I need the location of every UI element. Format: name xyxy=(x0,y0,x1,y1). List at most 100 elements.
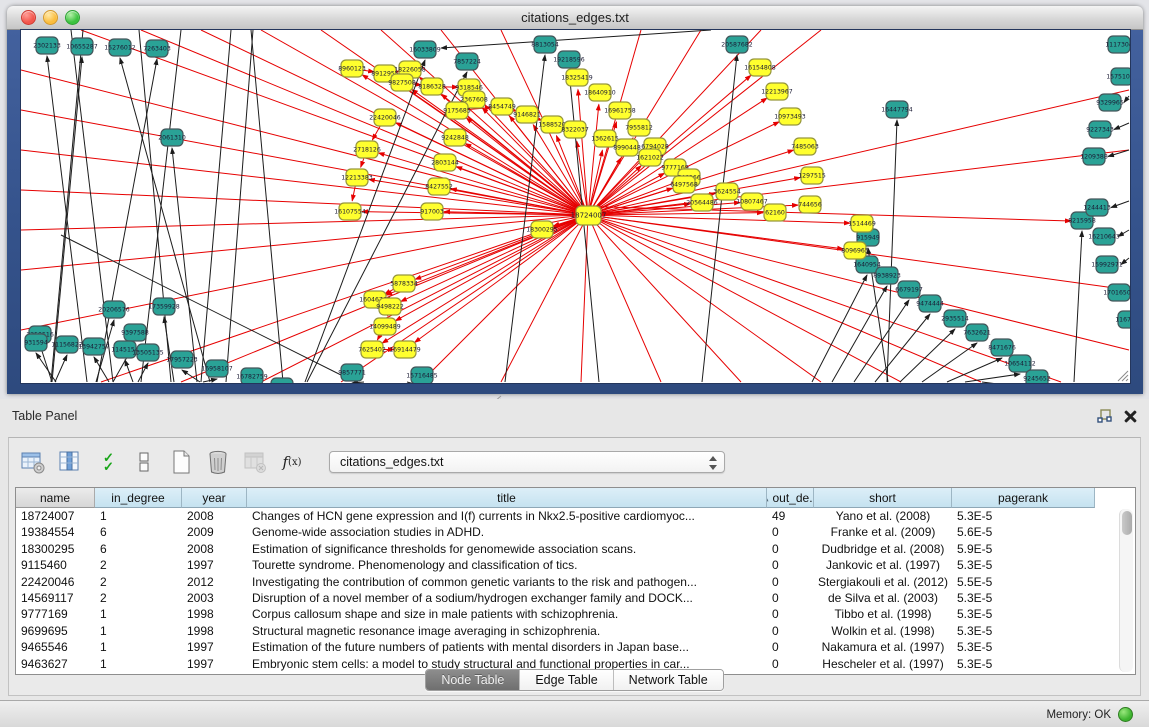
table-cell[interactable]: 0 xyxy=(767,639,814,655)
table-cell[interactable]: 0 xyxy=(767,623,814,639)
select-all-icon[interactable]: ✓✓ xyxy=(93,448,121,476)
network-node[interactable]: 9175685 xyxy=(443,102,471,119)
network-node[interactable]: 15276012 xyxy=(104,39,136,56)
network-node[interactable]: 8960123 xyxy=(338,60,366,77)
window-titlebar[interactable]: citations_edges.txt xyxy=(7,6,1143,30)
network-node[interactable]: 7263403 xyxy=(143,40,171,57)
network-node[interactable]: 10807467 xyxy=(736,193,768,210)
network-node[interactable]: 15751074 xyxy=(1106,68,1130,85)
network-node[interactable]: 9329965 xyxy=(1096,94,1124,111)
network-node[interactable]: 1167533 xyxy=(1115,311,1130,328)
tab-node-table[interactable]: Node Table xyxy=(426,670,520,690)
network-node[interactable]: 1621022 xyxy=(636,149,664,166)
table-cell[interactable]: 1998 xyxy=(182,606,247,622)
network-node[interactable]: 20587682 xyxy=(721,36,753,53)
table-cell[interactable]: Franke et al. (2009) xyxy=(814,524,952,540)
network-node[interactable]: 8186328 xyxy=(418,78,446,95)
function-builder-icon[interactable]: f(x) xyxy=(278,448,306,476)
network-node[interactable]: 8938923 xyxy=(873,267,901,284)
network-node[interactable]: 18300295 xyxy=(526,221,558,238)
network-node[interactable]: 744656 xyxy=(798,196,822,213)
table-cell[interactable]: 18724007 xyxy=(16,508,95,524)
table-selector-dropdown[interactable]: citations_edges.txt xyxy=(329,451,725,473)
network-node[interactable]: 1297515 xyxy=(798,167,826,184)
network-node[interactable]: 2935514 xyxy=(941,310,969,327)
tab-edge-table[interactable]: Edge Table xyxy=(520,670,613,690)
table-cell[interactable]: Estimation of the future numbers of pati… xyxy=(247,639,767,655)
column-header-name[interactable]: name xyxy=(16,488,95,508)
table-cell[interactable]: de Silva et al. (2003) xyxy=(814,590,952,606)
network-node[interactable]: 18325419 xyxy=(561,69,593,86)
table-row[interactable]: 1938455462009Genome-wide association stu… xyxy=(16,524,1135,540)
table-cell[interactable]: 5.3E-5 xyxy=(952,639,1095,655)
table-row[interactable]: 2242004622012Investigating the contribut… xyxy=(16,574,1135,590)
column-header-pagerank[interactable]: pagerank xyxy=(952,488,1095,508)
network-node[interactable]: 62160 xyxy=(764,204,786,221)
table-cell[interactable]: 9699695 xyxy=(16,623,95,639)
table-cell[interactable]: 0 xyxy=(767,590,814,606)
table-cell[interactable]: 5.5E-5 xyxy=(952,574,1095,590)
network-node[interactable]: 15992971 xyxy=(1091,256,1123,273)
network-node[interactable]: 9857771 xyxy=(338,364,366,381)
column-header-year[interactable]: year xyxy=(182,488,247,508)
network-node[interactable]: 9474444 xyxy=(916,295,944,312)
close-icon[interactable] xyxy=(1124,410,1137,423)
table-cell[interactable]: Changes of HCN gene expression and I(f) … xyxy=(247,508,767,524)
table-cell[interactable]: 2012 xyxy=(182,574,247,590)
column-header-title[interactable]: title xyxy=(247,488,767,508)
table-cell[interactable]: 0 xyxy=(767,574,814,590)
table-cell[interactable]: 6 xyxy=(95,524,182,540)
table-cell[interactable]: 5.3E-5 xyxy=(952,557,1095,573)
network-node[interactable]: 9498222 xyxy=(376,298,404,315)
network-node[interactable]: 10973493 xyxy=(774,108,806,125)
network-node[interactable]: 16782759 xyxy=(236,368,268,383)
table-cell[interactable]: 6 xyxy=(95,541,182,557)
network-node[interactable]: 17957223 xyxy=(166,351,198,368)
table-cell[interactable]: 14569117 xyxy=(16,590,95,606)
network-node[interactable]: 8990448 xyxy=(613,139,641,156)
table-cell[interactable]: 22420046 xyxy=(16,574,95,590)
network-node[interactable]: 16107554 xyxy=(334,203,366,220)
table-cell[interactable]: 1997 xyxy=(182,557,247,573)
table-cell[interactable]: 9115460 xyxy=(16,557,95,573)
table-cell[interactable]: 1 xyxy=(95,508,182,524)
table-cell[interactable]: 5.9E-5 xyxy=(952,541,1095,557)
table-cell[interactable]: Wolkin et al. (1998) xyxy=(814,623,952,639)
table-cell[interactable]: 5.6E-5 xyxy=(952,524,1095,540)
network-node[interactable]: 13505135 xyxy=(132,344,164,361)
table-cell[interactable]: Nakamura et al. (1997) xyxy=(814,639,952,655)
table-cell[interactable]: 5.3E-5 xyxy=(952,508,1095,524)
network-node[interactable]: 9242848 xyxy=(441,129,469,146)
delete-rows-icon[interactable] xyxy=(204,448,232,476)
table-cell[interactable]: 2008 xyxy=(182,508,247,524)
network-node[interactable]: 10655287 xyxy=(66,38,98,55)
table-cell[interactable]: Estimation of significance thresholds fo… xyxy=(247,541,767,557)
table-cell[interactable]: 1 xyxy=(95,606,182,622)
table-cell[interactable]: 9465546 xyxy=(16,639,95,655)
network-node[interactable]: 20564486 xyxy=(686,194,718,211)
table-cell[interactable]: 1 xyxy=(95,623,182,639)
table-row[interactable]: 946554611997Estimation of the future num… xyxy=(16,639,1135,655)
network-node[interactable]: 9146821 xyxy=(513,106,541,123)
network-node[interactable]: 16033809 xyxy=(409,41,441,58)
table-cell[interactable]: 2009 xyxy=(182,524,247,540)
network-node[interactable]: 931594 xyxy=(24,334,48,351)
resize-grip-icon[interactable] xyxy=(1115,368,1129,382)
table-row[interactable]: 969969511998Structural magnetic resonanc… xyxy=(16,623,1135,639)
network-node[interactable]: 9827508 xyxy=(388,74,416,91)
network-node[interactable]: 9397588 xyxy=(121,324,149,341)
network-node[interactable]: 2302133 xyxy=(33,37,61,54)
network-node[interactable]: 3624554 xyxy=(713,183,741,200)
table-cell[interactable]: 18300295 xyxy=(16,541,95,557)
network-node[interactable]: 917003 xyxy=(420,203,444,220)
network-node[interactable]: 16154808 xyxy=(744,59,776,76)
delete-table-icon[interactable] xyxy=(241,448,269,476)
network-node[interactable]: 2803144 xyxy=(431,154,459,171)
table-cell[interactable]: Yano et al. (2008) xyxy=(814,508,952,524)
table-cell[interactable]: 2008 xyxy=(182,541,247,557)
network-node[interactable]: 8322037 xyxy=(561,121,589,138)
column-select-icon[interactable] xyxy=(56,448,84,476)
table-cell[interactable]: 49 xyxy=(767,508,814,524)
table-cell[interactable]: 0 xyxy=(767,557,814,573)
table-cell[interactable]: 2 xyxy=(95,557,182,573)
